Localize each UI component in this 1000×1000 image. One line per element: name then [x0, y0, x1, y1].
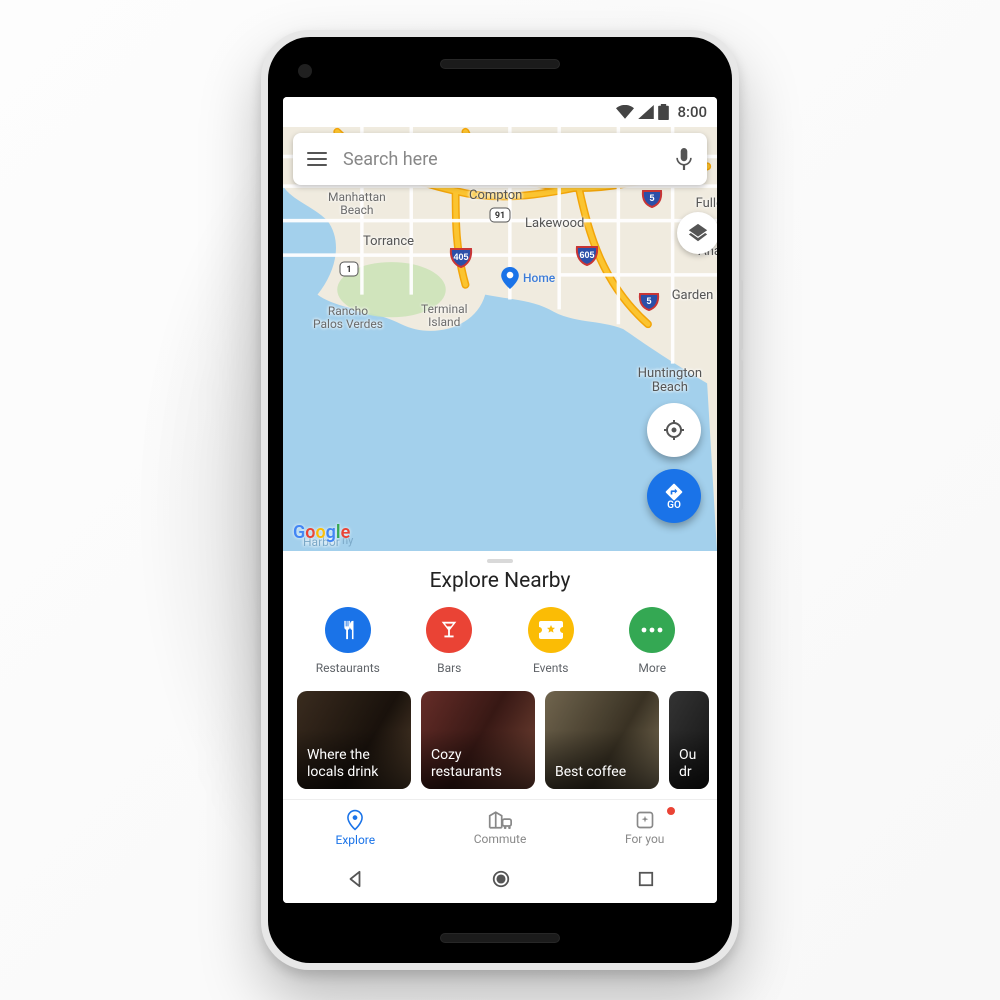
tab-for-you[interactable]: For you	[572, 800, 717, 855]
home-pin-label: Home	[523, 271, 555, 285]
category-more[interactable]: More	[612, 607, 692, 675]
category-events[interactable]: Events	[511, 607, 591, 675]
home-pin-icon	[501, 267, 519, 289]
phone-side-button	[739, 360, 743, 510]
sparkle-icon	[635, 810, 655, 830]
home-icon[interactable]	[491, 869, 511, 889]
map-label-torrance: Torrance	[363, 235, 414, 249]
google-logo: Google	[293, 522, 350, 543]
map-label-manhattan-beach: ManhattanBeach	[328, 191, 386, 217]
shield-ca91: 91	[489, 207, 511, 223]
tab-label: Commute	[474, 832, 527, 846]
tab-commute[interactable]: Commute	[428, 800, 573, 855]
category-label: Events	[533, 661, 569, 675]
crosshair-icon	[662, 418, 686, 442]
more-icon	[641, 627, 663, 633]
sheet-title: Explore Nearby	[283, 569, 717, 593]
category-label: Bars	[437, 661, 461, 675]
tab-label: Explore	[336, 833, 376, 847]
phone-camera	[298, 64, 312, 78]
map-label-fullerton: Fulle	[696, 197, 717, 211]
svg-text:91: 91	[495, 211, 505, 221]
commute-icon	[488, 810, 512, 830]
pin-icon	[345, 809, 365, 831]
screen: 8:00	[283, 97, 717, 903]
shield-i5b: 5	[638, 292, 660, 312]
event-icon	[539, 621, 563, 639]
card-cozy-restaurants[interactable]: Cozy restaurants	[421, 691, 535, 789]
go-button[interactable]: GO	[647, 469, 701, 523]
bottom-nav: Explore Commute For you	[283, 799, 717, 855]
explore-sheet[interactable]: Explore Nearby Restaurants Bars	[283, 551, 717, 855]
svg-text:5: 5	[649, 193, 654, 203]
mic-icon[interactable]	[675, 148, 693, 170]
svg-text:5: 5	[646, 296, 651, 306]
category-row: Restaurants Bars Events	[283, 593, 717, 685]
map-label-huntington-beach: HuntingtonBeach	[638, 367, 702, 396]
restaurant-icon	[337, 619, 359, 641]
cell-signal-icon	[638, 105, 654, 119]
my-location-button[interactable]	[647, 403, 701, 457]
wifi-icon	[616, 105, 634, 119]
map-label-lakewood: Lakewood	[525, 217, 584, 231]
card-where-locals-drink[interactable]: Where the locals drink	[297, 691, 411, 789]
shield-i5a: 5	[641, 189, 663, 209]
go-button-label: GO	[667, 500, 681, 511]
svg-text:605: 605	[579, 250, 594, 260]
battery-icon	[658, 104, 669, 120]
category-bars[interactable]: Bars	[409, 607, 489, 675]
map-label-terminal-island: TerminalIsland	[421, 303, 468, 329]
phone-speaker	[440, 59, 560, 69]
shield-i605: 605	[575, 245, 599, 267]
category-label: More	[638, 661, 666, 675]
svg-text:1: 1	[346, 265, 351, 275]
map-label-rancho-pv: RanchoPalos Verdes	[313, 305, 383, 331]
search-input[interactable]: Search here	[343, 149, 659, 170]
drag-handle[interactable]	[487, 559, 513, 563]
android-nav-bar	[283, 855, 717, 903]
shield-ca1: 1	[339, 261, 359, 277]
back-icon[interactable]	[346, 870, 364, 888]
shield-i405: 405	[449, 247, 473, 269]
menu-icon[interactable]	[307, 152, 327, 166]
status-bar: 8:00	[283, 97, 717, 127]
tab-explore[interactable]: Explore	[283, 800, 428, 855]
notification-badge	[667, 807, 675, 815]
directions-icon	[664, 482, 684, 502]
svg-text:405: 405	[453, 252, 468, 262]
recent-apps-icon[interactable]	[638, 871, 654, 887]
layers-button[interactable]	[677, 212, 717, 254]
card-best-coffee[interactable]: Best coffee	[545, 691, 659, 789]
suggestion-cards[interactable]: Where the locals drink Cozy restaurants …	[283, 685, 717, 799]
layers-icon	[687, 222, 709, 244]
status-clock: 8:00	[677, 103, 707, 121]
phone-speaker	[440, 933, 560, 943]
map-label-garden-grove: Garden (	[672, 289, 717, 303]
home-pin[interactable]: Home	[501, 267, 555, 289]
tab-label: For you	[625, 832, 664, 846]
search-bar[interactable]: Search here	[293, 133, 707, 185]
phone-side-button	[739, 280, 743, 350]
bar-icon	[438, 619, 460, 641]
card-more-partial[interactable]: Ou dr	[669, 691, 709, 789]
map[interactable]: ny ManhattanBeach Torrance Compton Lakew…	[283, 127, 717, 551]
phone-frame: 8:00	[261, 30, 739, 970]
category-restaurants[interactable]: Restaurants	[308, 607, 388, 675]
map-label-compton: Compton	[469, 189, 522, 203]
category-label: Restaurants	[316, 661, 380, 675]
